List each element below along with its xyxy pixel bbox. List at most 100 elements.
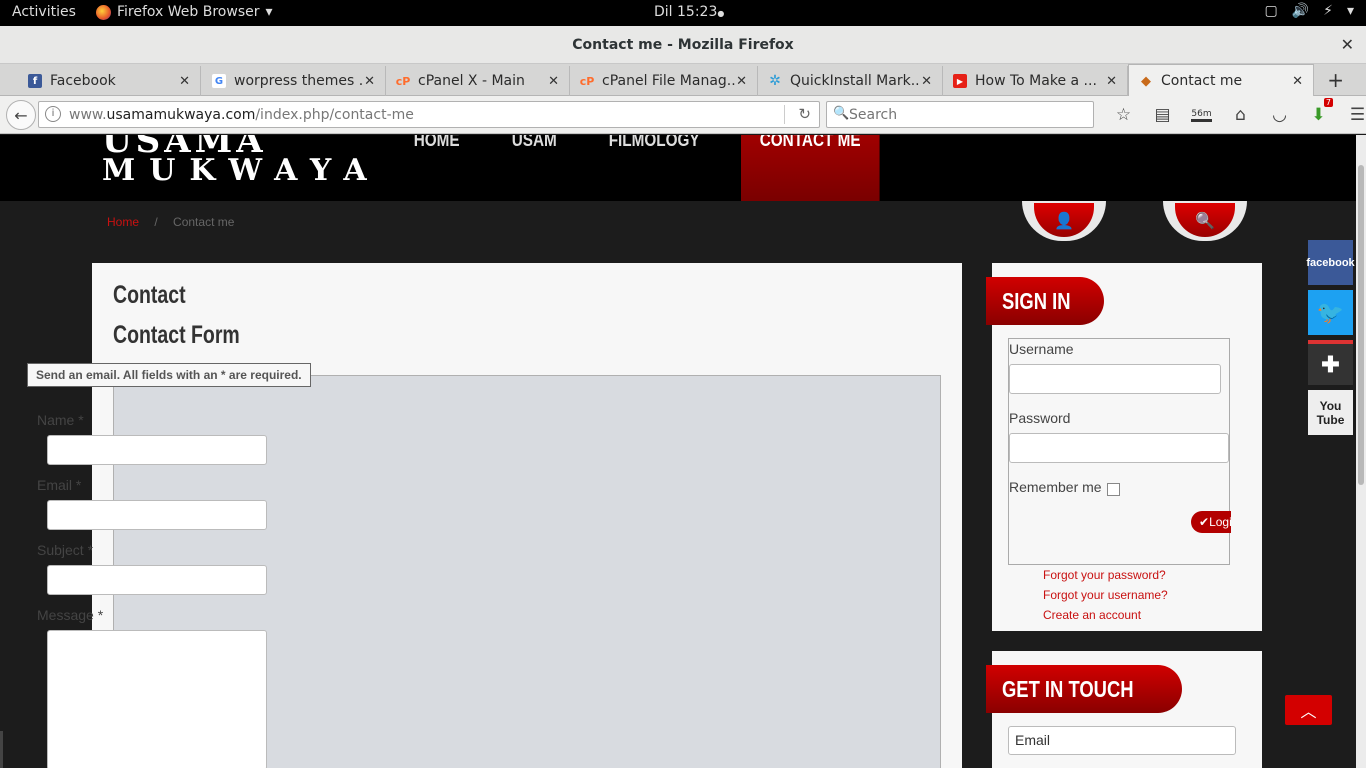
clock[interactable]: Dil 15:23● [654,4,724,20]
download-arrow-icon: ⬇ [1311,105,1326,125]
forgot-password-link[interactable]: Forgot your password? [1043,568,1166,582]
page-title: Contact [113,281,186,309]
menu-item-contact-me[interactable]: CONTACT ME [741,135,880,201]
reload-icon[interactable]: ↻ [798,105,811,123]
tab-how-to-make[interactable]: ▶ How To Make a ... ✕ [943,66,1128,96]
download-addon-icon[interactable]: ⬇ 7 [1299,98,1338,128]
url-prefix: www. [69,107,107,123]
name-field[interactable] [47,435,267,465]
page-edge-tab [0,731,3,768]
close-icon[interactable]: ✕ [179,74,190,89]
home-icon[interactable]: ⌂ [1221,102,1260,128]
user-icon: 👤 [1034,203,1094,237]
message-textarea[interactable] [47,630,267,768]
tab-contact-me[interactable]: ◆ Contact me ✕ [1128,64,1314,97]
tab-label: worpress themes ... [234,73,365,89]
search-input[interactable] [849,105,1079,124]
menu-item-usam[interactable]: USAM [493,135,575,201]
signin-module: SIGN IN Username Password Remember me ✔L… [986,263,1262,631]
menu-item-filmology[interactable]: FILMOLOGY [590,135,718,201]
system-tray[interactable]: ▢ 🔊 ⚡ ▾ [1264,3,1354,19]
twitter-icon[interactable]: 🐦 [1308,290,1353,335]
cpanel-icon: cP [395,74,411,88]
signin-title: SIGN IN [986,277,1104,325]
app-menu[interactable]: Firefox Web Browser ▾ [96,4,273,20]
youtube-label: You Tube [1316,398,1345,427]
back-button[interactable]: ← [6,100,36,130]
get-in-touch-module: GET IN TOUCH Email [986,651,1262,768]
reading-list-icon[interactable]: ▤ [1143,102,1182,128]
facebook-icon: f [28,74,42,88]
firefox-icon [96,4,111,20]
close-icon[interactable]: ✕ [736,74,747,89]
navigation-toolbar: ← i www.usamamukwaya.com/index.php/conta… [0,96,1366,134]
cpanel-icon: cP [579,74,595,88]
password-field[interactable] [1009,433,1229,463]
tab-quickinstall[interactable]: ✲ QuickInstall Mark... ✕ [758,66,943,96]
facebook-icon[interactable]: facebook [1306,240,1355,285]
tab-label: Contact me [1161,73,1243,89]
create-account-link[interactable]: Create an account [1043,608,1141,622]
close-icon[interactable]: ✕ [1292,74,1303,89]
breadcrumb-home-link[interactable]: Home [107,215,139,229]
form-legend: Send an email. All fields with an * are … [27,363,311,387]
google-plus-icon[interactable]: ✚ [1308,340,1353,385]
email-field[interactable] [47,500,267,530]
activities-button[interactable]: Activities [12,4,76,20]
tab-wordpress-themes[interactable]: G worpress themes ... ✕ [202,66,386,96]
bookmark-star-icon[interactable]: ☆ [1104,102,1143,128]
addon-badge: 7 [1323,98,1333,107]
timer-addon[interactable]: 56m [1182,102,1221,128]
username-field[interactable] [1009,364,1221,394]
search-engine-icon[interactable]: 🔍 [833,106,849,121]
chevron-up-icon: ︿ [1300,702,1317,721]
window-icon: ▢ [1264,3,1278,19]
menu-item-home[interactable]: HOME [395,135,478,201]
close-icon[interactable]: ✕ [548,74,559,89]
subject-field[interactable] [47,565,267,595]
hamburger-menu-icon[interactable]: ☰ [1338,102,1366,128]
timer-badge: 56m [1191,109,1212,122]
forgot-username-link[interactable]: Forgot your username? [1043,588,1168,602]
google-icon: G [212,74,226,88]
quickinstall-icon: ✲ [769,73,781,89]
newsletter-email-input[interactable]: Email [1008,726,1236,755]
form-title: Contact Form [113,321,240,349]
youtube-icon[interactable]: You Tube [1308,390,1353,435]
notification-dot-icon: ● [717,9,725,18]
page-scrollbar[interactable] [1356,135,1366,768]
login-button[interactable]: ✔Login [1191,511,1231,533]
breadcrumb-current: Contact me [173,215,235,229]
site-header: USAMA MUKWAYA HOME USAM FILMOLOGY CONTAC… [0,135,1356,201]
back-to-top-button[interactable]: ︿ [1285,695,1332,725]
username-label: Username [1009,341,1074,357]
info-icon[interactable]: i [45,106,61,122]
app-menu-label: Firefox Web Browser [117,4,260,20]
window-titlebar: Contact me - Mozilla Firefox ✕ [0,26,1366,64]
chevron-down-icon: ▾ [1346,3,1354,19]
main-menu: HOME USAM FILMOLOGY CONTACT ME [395,135,904,201]
new-tab-button[interactable]: + [1327,68,1344,92]
user-panel-toggle[interactable]: 👤 [1022,201,1106,241]
site-logo-bottom[interactable]: MUKWAYA [102,153,381,188]
tab-facebook[interactable]: f Facebook ✕ [18,66,201,96]
check-icon: ✔ [1199,515,1210,529]
url-bar[interactable]: i www.usamamukwaya.com/index.php/contact… [38,101,820,128]
search-bar[interactable]: 🔍 [826,101,1094,128]
search-panel-toggle[interactable]: 🔍 [1163,201,1247,241]
name-label: Name * [37,412,84,428]
window-close-button[interactable]: ✕ [1341,35,1354,54]
url-separator [784,105,785,124]
pocket-icon[interactable]: ◡ [1260,102,1299,128]
scrollbar-thumb[interactable] [1358,165,1364,485]
clock-text: Dil 15:23 [654,4,718,20]
close-icon[interactable]: ✕ [1106,74,1117,89]
close-icon[interactable]: ✕ [921,74,932,89]
remember-me-checkbox[interactable] [1107,483,1120,496]
subject-label: Subject * [37,542,94,558]
site-icon: ◆ [1141,73,1151,89]
close-icon[interactable]: ✕ [364,74,375,89]
tab-cpanel-file-manager[interactable]: cP cPanel File Manag... ✕ [570,66,758,96]
login-form: Username Password Remember me ✔Login [1008,338,1231,565]
tab-cpanel-main[interactable]: cP cPanel X - Main ✕ [386,66,570,96]
